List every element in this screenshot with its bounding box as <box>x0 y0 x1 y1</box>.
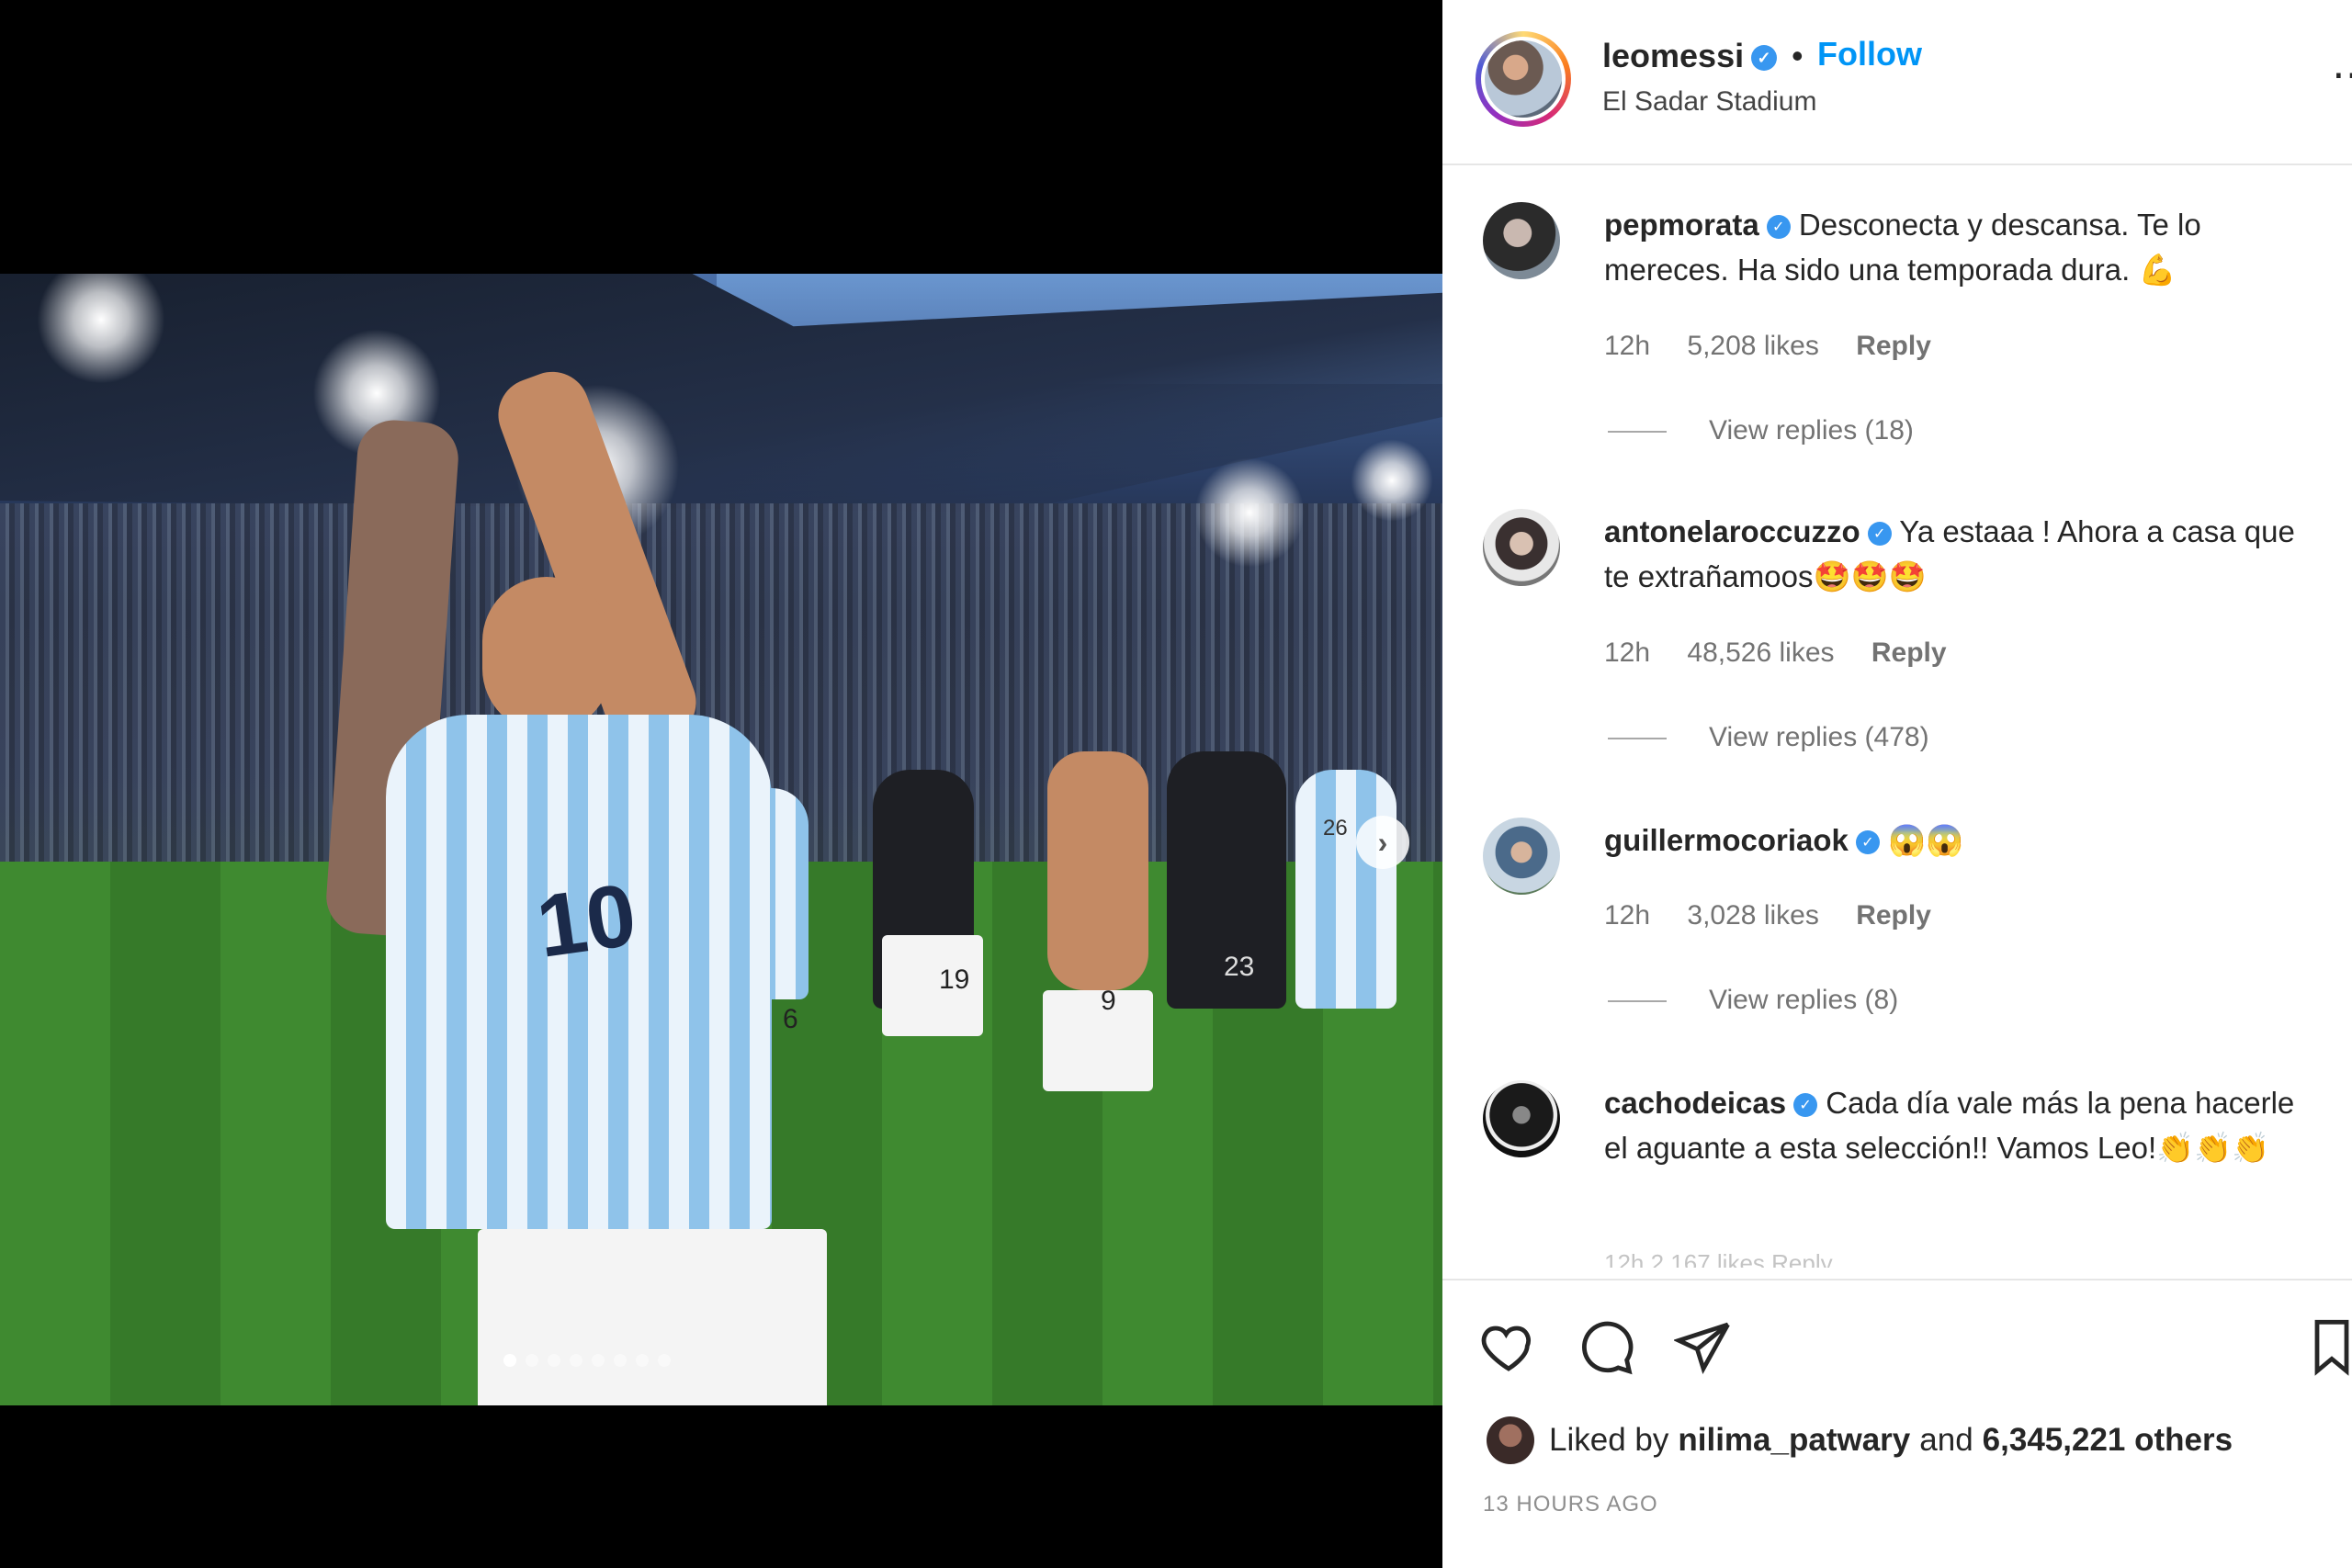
comment-likes[interactable]: 3,028 likes <box>1687 900 1818 931</box>
carousel-dot <box>592 1354 605 1367</box>
post-sidebar: leomessi ✓ • Follow El Sadar Stadium ⋯ pe… <box>1442 0 2352 1568</box>
reply-button[interactable]: Reply <box>1856 900 1931 931</box>
carousel-dot <box>503 1354 516 1367</box>
comments-list[interactable]: pepmorata ✓ Desconecta y descansa. Te lo … <box>1442 165 2352 1268</box>
likes-prefix: Liked by <box>1549 1422 1669 1458</box>
view-replies-label: View replies (8) <box>1709 985 1899 1015</box>
more-options-icon[interactable]: ⋯ <box>2332 51 2352 98</box>
post-actions <box>1442 1279 2352 1409</box>
commenter-username[interactable]: antonelaroccuzzo <box>1604 514 1860 548</box>
chevron-right-icon: › <box>1377 825 1388 859</box>
comment-meta: 12h 48,526 likes Reply <box>1604 637 1976 669</box>
replies-divider <box>1608 1000 1667 1003</box>
verified-badge-icon: ✓ <box>1867 522 1892 547</box>
comment-time: 12h <box>1604 331 1651 361</box>
commenter-username[interactable]: guillermocoriaok <box>1604 823 1849 857</box>
carousel-dot <box>570 1354 582 1367</box>
carousel-dot <box>526 1354 538 1367</box>
commenter-avatar[interactable] <box>1483 202 1560 279</box>
verified-badge-icon: ✓ <box>1793 1093 1818 1118</box>
commenter-username[interactable]: cachodeicas <box>1604 1086 1786 1120</box>
reply-button[interactable]: Reply <box>1856 331 1931 361</box>
view-replies-label: View replies (478) <box>1709 722 1929 752</box>
jersey-number: 19 <box>939 964 970 995</box>
jersey-number: 23 <box>1224 952 1255 982</box>
player-shorts <box>1043 990 1153 1091</box>
post-timestamp[interactable]: 13 HOURS AGO <box>1483 1492 1658 1517</box>
commenter-username[interactable]: pepmorata <box>1604 208 1759 242</box>
carousel-dots <box>503 1354 671 1367</box>
comment-body: antonelaroccuzzo ✓ Ya estaaa ! Ahora a ca… <box>1604 509 2302 599</box>
jersey-number: 26 <box>1323 816 1348 840</box>
post-media[interactable]: 10 6 19 9 23 26 › <box>0 0 1442 1568</box>
view-replies-button[interactable]: View replies (18) <box>1608 415 1914 446</box>
comment-time: 12h <box>1604 637 1651 668</box>
view-replies-label: View replies (18) <box>1709 415 1914 446</box>
liker-username[interactable]: nilima_patwary <box>1678 1422 1910 1459</box>
carousel-dot <box>548 1354 560 1367</box>
comment-body: pepmorata ✓ Desconecta y descansa. Te lo … <box>1604 202 2302 292</box>
post-photo[interactable]: 10 6 19 9 23 26 <box>0 274 1442 1405</box>
commenter-avatar[interactable] <box>1483 818 1560 895</box>
reply-button[interactable]: Reply <box>1871 637 1947 668</box>
view-replies-button[interactable]: View replies (8) <box>1608 985 1898 1016</box>
likes-middle: and <box>1919 1422 1973 1458</box>
comment-text: 😱😱 <box>1888 823 1964 857</box>
liker-avatar[interactable] <box>1487 1416 1534 1464</box>
floodlight <box>1351 439 1433 522</box>
comment-icon[interactable] <box>1577 1317 1635 1376</box>
floodlight <box>1194 457 1305 568</box>
hero-jersey-number: 10 <box>531 865 642 976</box>
likes-count[interactable]: 6,345,221 others <box>1983 1422 2233 1459</box>
commenter-avatar[interactable] <box>1483 509 1560 586</box>
replies-divider <box>1608 431 1667 434</box>
comment-likes[interactable]: 48,526 likes <box>1687 637 1834 668</box>
replies-divider <box>1608 738 1667 740</box>
author-avatar[interactable] <box>1476 31 1571 127</box>
player-figure <box>1047 751 1148 990</box>
bookmark-icon[interactable] <box>2313 1317 2350 1376</box>
hero-shorts <box>478 1229 827 1405</box>
view-replies-button[interactable]: View replies (478) <box>1608 722 1929 753</box>
comment-body: guillermocoriaok ✓ 😱😱 <box>1604 818 2302 863</box>
jersey-number: 6 <box>783 1004 798 1034</box>
comment-meta: 12h 3,028 likes Reply <box>1604 900 1961 931</box>
carousel-dot <box>658 1354 671 1367</box>
commenter-avatar[interactable] <box>1483 1080 1560 1157</box>
verified-badge-icon: ✓ <box>1766 215 1791 240</box>
post-location[interactable]: El Sadar Stadium <box>1602 86 1816 118</box>
hero-head <box>482 577 611 733</box>
share-icon[interactable] <box>1674 1317 1733 1376</box>
verified-badge-icon: ✓ <box>1751 45 1778 72</box>
verified-badge-icon: ✓ <box>1855 830 1880 855</box>
carousel-dot <box>614 1354 627 1367</box>
comment-meta: 12h 5,208 likes Reply <box>1604 331 1961 362</box>
comment-body: cachodeicas ✓ Cada día vale más la pena h… <box>1604 1080 2302 1170</box>
heart-icon[interactable] <box>1479 1317 1538 1376</box>
player-figure <box>1295 770 1396 1009</box>
comment-meta-cutoff-text: 12h 2,167 likes Reply <box>1604 1249 1833 1268</box>
carousel-next-button[interactable]: › <box>1356 816 1409 869</box>
comment-meta-cutoff: 12h 2,167 likes Reply <box>1604 1249 1862 1268</box>
follow-button[interactable]: Follow <box>1817 35 1922 73</box>
jersey-number: 9 <box>1101 986 1116 1016</box>
author-username-wrap: leomessi ✓ <box>1602 37 1778 75</box>
likes-summary[interactable]: Liked by nilima_patwary and 6,345,221 ot… <box>1487 1416 2242 1464</box>
header-separator: • <box>1792 37 1804 74</box>
post-header: leomessi ✓ • Follow El Sadar Stadium ⋯ <box>1442 0 2352 165</box>
comment-likes[interactable]: 5,208 likes <box>1687 331 1818 361</box>
author-username[interactable]: leomessi <box>1602 37 1744 74</box>
comment-time: 12h <box>1604 900 1651 931</box>
carousel-dot <box>636 1354 649 1367</box>
